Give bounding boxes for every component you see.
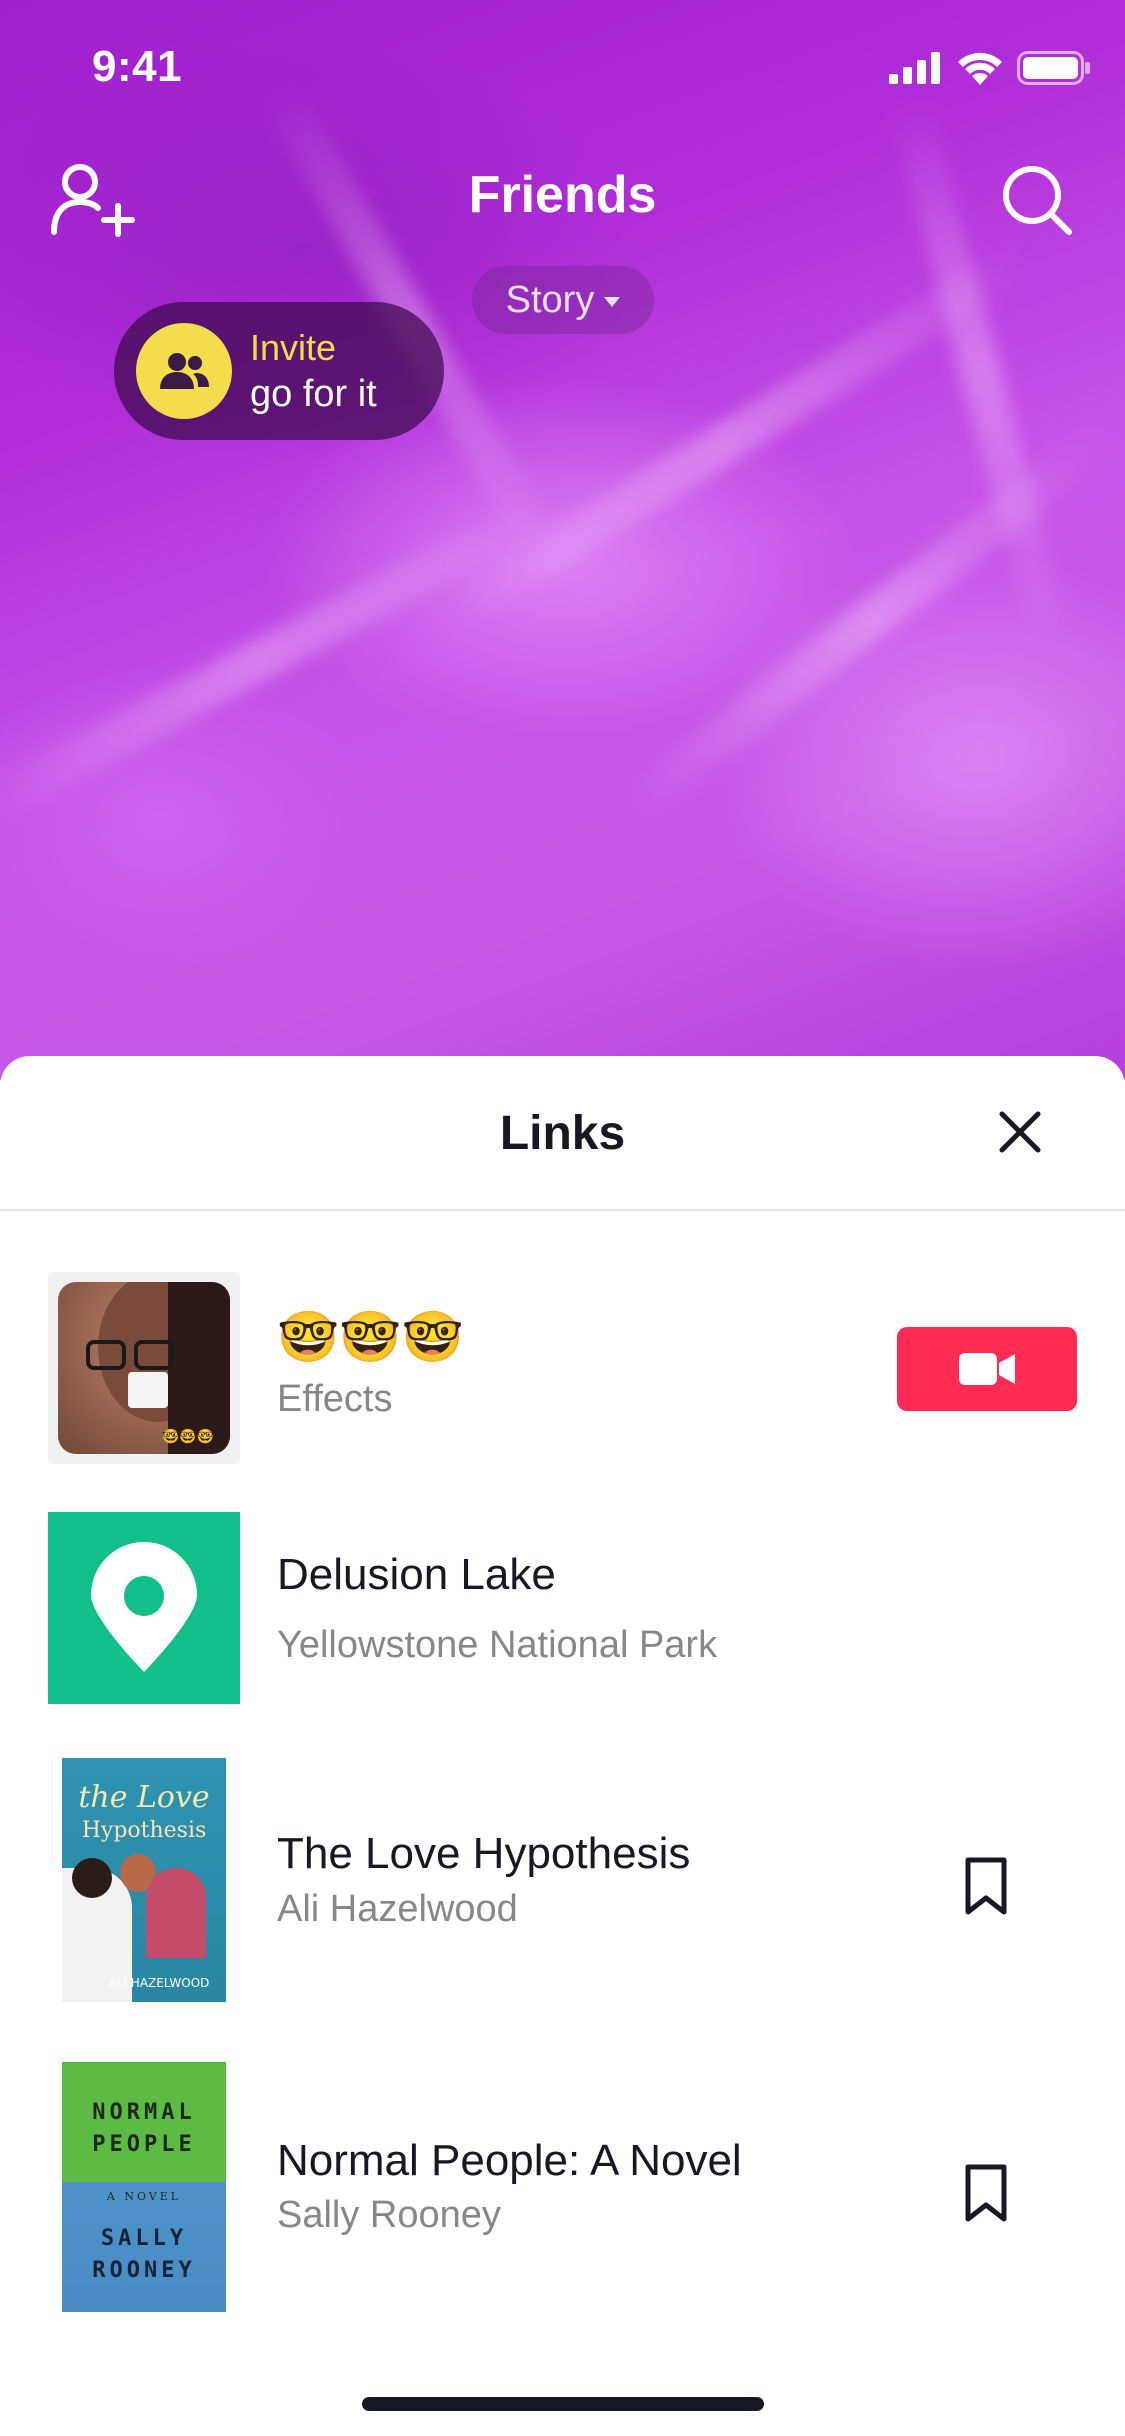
status-icons (889, 48, 1091, 88)
cover-title-line1: the Love (78, 1780, 210, 1815)
effect-preview-image: 🤓🤓🤓 (58, 1282, 230, 1454)
book-author: Ali Hazelwood (277, 1888, 518, 1930)
status-time: 9:41 (92, 42, 183, 91)
book-title[interactable]: Normal People: A Novel (277, 2136, 742, 2186)
cover-author: ALI HAZELWOOD (108, 1976, 210, 1990)
location-pin-icon (91, 1542, 197, 1672)
bookmark-icon[interactable] (960, 1856, 1012, 1916)
links-sheet: Links 🤓🤓🤓 🤓🤓🤓 Effects Delusion Lake Yell… (0, 1056, 1125, 2436)
book-cover-normal-people[interactable]: NORMAL PEOPLE A NOVEL SALLY ROONEY (62, 2062, 226, 2312)
search-button[interactable] (999, 162, 1075, 238)
location-subtitle: Yellowstone National Park (277, 1624, 718, 1666)
divider (0, 1209, 1125, 1211)
cover-author-line2: ROONEY (92, 2258, 196, 2283)
record-with-effect-button[interactable] (897, 1327, 1077, 1411)
story-selector[interactable]: Story (472, 266, 654, 334)
page-title: Friends (468, 166, 657, 224)
book-cover-love-hypothesis[interactable]: the Love Hypothesis ALI HAZELWOOD (62, 1758, 226, 2002)
light-streak (0, 492, 552, 828)
story-label: Story (505, 278, 595, 321)
signal-icon (889, 52, 940, 84)
background-video (0, 0, 1125, 1080)
invite-avatar (136, 323, 232, 419)
home-indicator[interactable] (362, 2397, 764, 2411)
book-author: Sally Rooney (277, 2194, 501, 2236)
location-thumbnail[interactable] (48, 1512, 240, 1704)
caret-down-icon (604, 297, 621, 307)
cover-author-line1: SALLY (100, 2226, 188, 2251)
cover-title-line2: Hypothesis (81, 1818, 207, 1843)
location-title[interactable]: Delusion Lake (277, 1550, 556, 1600)
effect-subtitle: Effects (277, 1378, 393, 1420)
cover-label: A NOVEL (106, 2190, 182, 2203)
wifi-icon (958, 52, 1002, 85)
search-icon (1003, 166, 1072, 235)
cover-title-line2: PEOPLE (92, 2132, 196, 2157)
book-title[interactable]: The Love Hypothesis (277, 1829, 690, 1879)
invite-title: Invite (250, 326, 337, 368)
video-camera-icon (959, 1353, 1015, 1385)
battery-icon (1017, 51, 1090, 85)
cover-title-line1: NORMAL (92, 2100, 196, 2125)
invite-subtitle: go for it (250, 372, 377, 415)
effect-thumbnail[interactable]: 🤓🤓🤓 (48, 1272, 240, 1464)
close-icon (999, 1111, 1041, 1153)
friends-icon (160, 353, 209, 389)
sheet-title: Links (499, 1107, 626, 1160)
effect-title: 🤓🤓🤓 (277, 1309, 464, 1365)
bookmark-icon[interactable] (960, 2163, 1012, 2223)
close-button[interactable] (994, 1106, 1046, 1158)
invite-button[interactable]: Invite go for it (114, 302, 444, 440)
